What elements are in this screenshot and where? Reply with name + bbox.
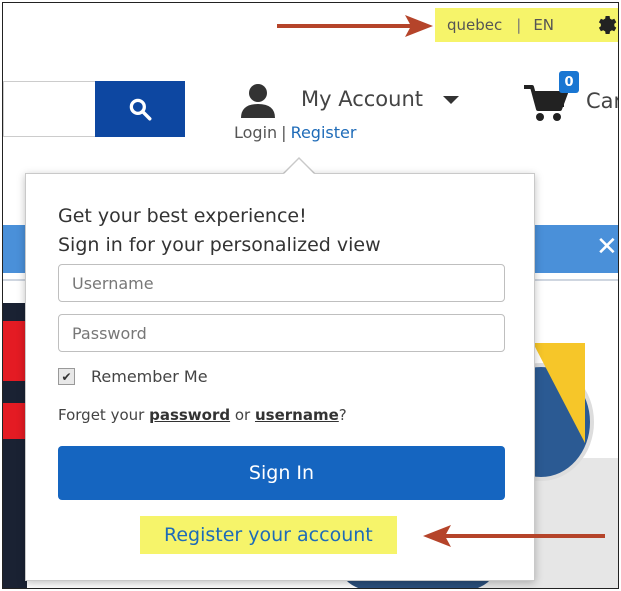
divider: | <box>281 123 287 142</box>
forgot-password-link[interactable]: password <box>149 406 230 424</box>
search-button[interactable] <box>95 81 185 137</box>
separator: | <box>516 16 522 34</box>
dropdown-heading: Get your best experience! Sign in for yo… <box>58 202 381 260</box>
remember-me-row: ✔ Remember Me <box>58 367 208 386</box>
hero-accent-shape <box>533 343 585 443</box>
search-input[interactable] <box>3 81 95 137</box>
cart-count-badge: 0 <box>559 71 579 93</box>
utility-bar: quebec | EN <box>435 8 618 42</box>
hero-image-stripe <box>3 321 27 381</box>
login-register-row: Login | Register <box>234 123 356 142</box>
annotation-arrow-top <box>277 15 433 37</box>
language-selector[interactable]: EN <box>533 16 554 34</box>
remember-me-label[interactable]: Remember Me <box>91 367 208 386</box>
close-icon[interactable]: ✕ <box>596 232 618 262</box>
forget-prefix: Forget your <box>58 406 150 424</box>
remember-me-checkbox[interactable]: ✔ <box>58 368 75 385</box>
password-field[interactable] <box>58 314 505 352</box>
register-account-link[interactable]: Register your account <box>140 516 397 554</box>
username-field[interactable] <box>58 264 505 302</box>
register-link[interactable]: Register <box>291 123 357 142</box>
login-dropdown: Get your best experience! Sign in for yo… <box>25 173 535 581</box>
heading-line-2: Sign in for your personalized view <box>58 234 381 256</box>
forgot-username-link[interactable]: username <box>255 406 339 424</box>
forgot-credentials-text: Forget your password or username? <box>58 406 347 424</box>
my-account-menu[interactable]: My Account <box>301 87 423 111</box>
cart-label[interactable]: Car <box>586 89 618 113</box>
login-link[interactable]: Login <box>234 123 277 142</box>
annotation-arrow-bottom <box>423 525 605 547</box>
region-selector[interactable]: quebec <box>447 16 502 34</box>
forget-suffix: ? <box>338 406 347 424</box>
page-frame: quebec | EN My Account Login | Register 0 … <box>2 2 619 589</box>
heading-line-1: Get your best experience! <box>58 205 307 227</box>
chevron-down-icon[interactable] <box>443 96 459 104</box>
forget-or: or <box>230 406 255 424</box>
user-icon[interactable] <box>238 83 278 119</box>
sign-in-button[interactable]: Sign In <box>58 446 505 500</box>
hero-image-stripe <box>3 403 27 439</box>
dropdown-pointer-fill <box>284 159 314 174</box>
search-icon <box>129 98 152 121</box>
gear-icon[interactable] <box>593 13 617 37</box>
